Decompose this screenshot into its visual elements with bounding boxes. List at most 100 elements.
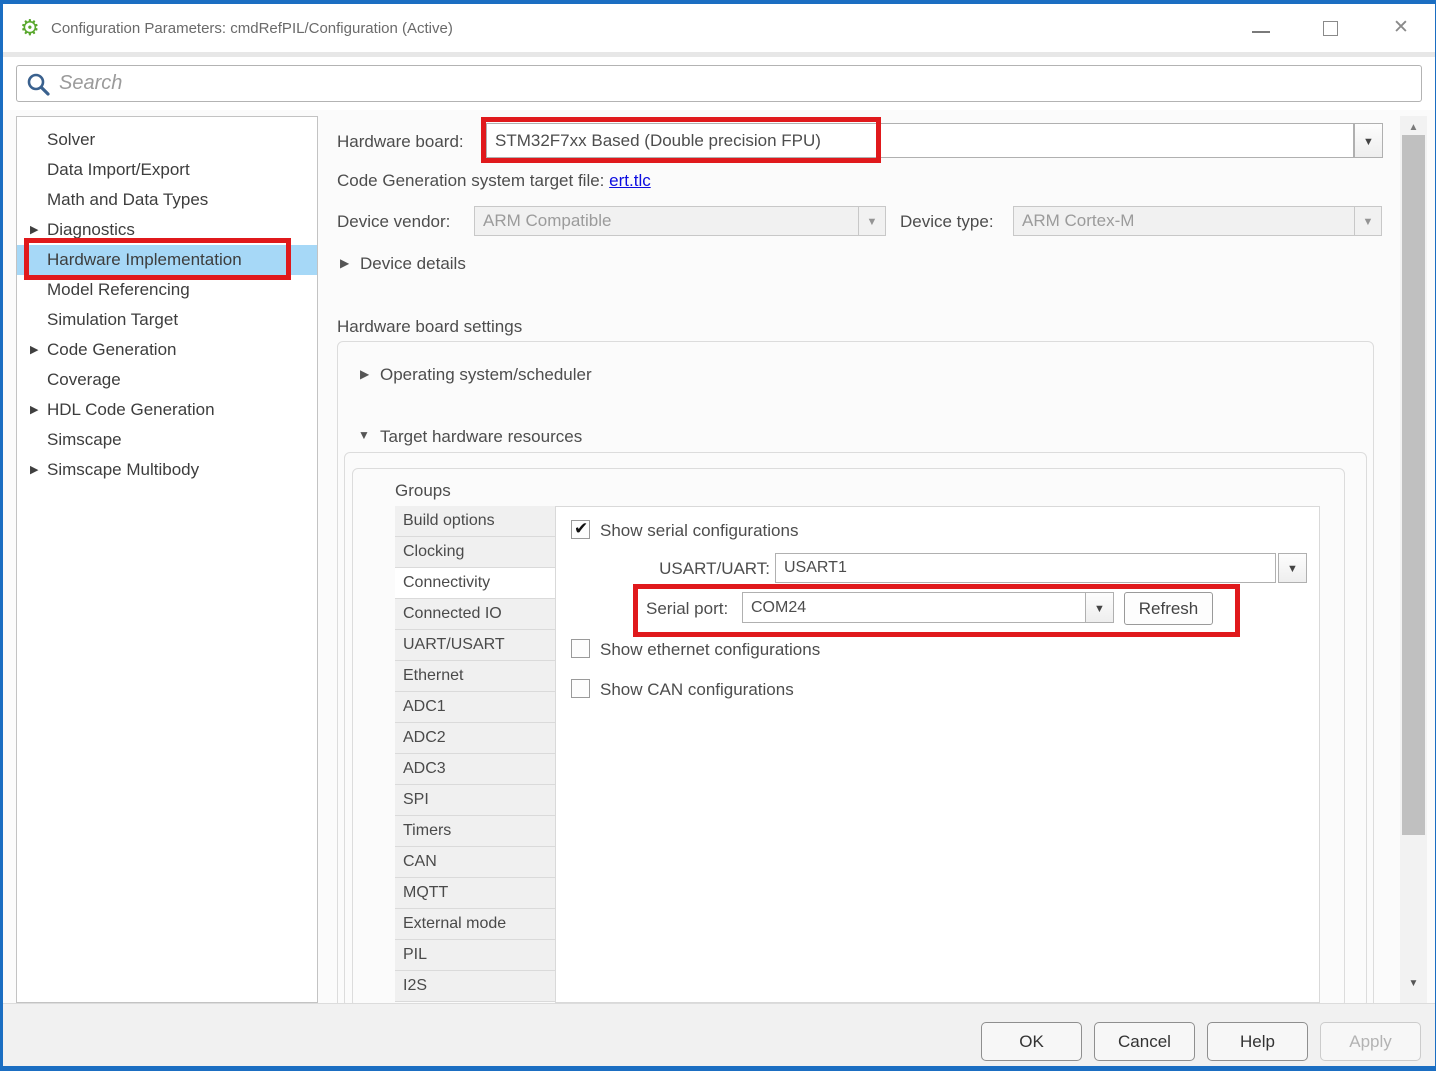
- help-button[interactable]: Help: [1207, 1022, 1308, 1061]
- expand-arrow-icon[interactable]: ▶: [30, 455, 38, 485]
- sidebar-item-label: Coverage: [47, 365, 121, 395]
- device-details-expand-icon[interactable]: ▶: [340, 256, 349, 270]
- maximize-button[interactable]: [1308, 4, 1354, 52]
- sidebar-item-simulation-target[interactable]: Simulation Target: [17, 305, 317, 335]
- group-item-external-mode[interactable]: External mode: [395, 909, 555, 940]
- expand-arrow-icon[interactable]: ▶: [30, 215, 38, 245]
- device-type-dropdown-arrow: ▼: [1354, 206, 1382, 236]
- serial-port-value: COM24: [743, 599, 806, 616]
- sidebar-item-hdl-code-generation[interactable]: ▶ HDL Code Generation: [17, 395, 317, 425]
- sidebar-item-label: Simscape: [47, 425, 122, 455]
- os-scheduler-expand-icon[interactable]: ▶: [360, 367, 369, 381]
- sidebar-tree: SolverData Import/ExportMath and Data Ty…: [16, 116, 318, 1003]
- chevron-down-icon: ▼: [1287, 563, 1298, 575]
- minimize-button[interactable]: [1238, 4, 1284, 52]
- group-item-pil[interactable]: PIL: [395, 940, 555, 971]
- device-vendor-combo: ARM Compatible: [474, 206, 859, 236]
- group-item-ethernet[interactable]: Ethernet: [395, 661, 555, 692]
- sidebar-item-coverage[interactable]: Coverage: [17, 365, 317, 395]
- sidebar-item-label: HDL Code Generation: [47, 395, 215, 425]
- apply-button[interactable]: Apply: [1320, 1022, 1421, 1061]
- target-file-row: Code Generation system target file: ert.…: [337, 171, 651, 191]
- sidebar-item-model-referencing[interactable]: Model Referencing: [17, 275, 317, 305]
- scroll-down-icon[interactable]: ▼: [1400, 978, 1427, 989]
- device-vendor-label: Device vendor:: [337, 212, 450, 232]
- target-file-label: Code Generation system target file:: [337, 171, 604, 190]
- device-vendor-dropdown-arrow: ▼: [858, 206, 886, 236]
- groups-list: Build optionsClockingConnectivityConnect…: [395, 506, 555, 1002]
- search-box[interactable]: [16, 65, 1422, 102]
- hardware-board-dropdown-arrow[interactable]: ▼: [1354, 123, 1383, 158]
- sidebar-item-label: Simscape Multibody: [47, 455, 199, 485]
- group-item-uart-usart[interactable]: UART/USART: [395, 630, 555, 661]
- show-ethernet-label: Show ethernet configurations: [600, 640, 820, 660]
- os-scheduler-label[interactable]: Operating system/scheduler: [380, 365, 592, 385]
- close-button[interactable]: ✕: [1381, 4, 1427, 52]
- footer-buttons: OK Cancel Help Apply: [981, 1022, 1421, 1061]
- serial-port-label: Serial port:: [646, 599, 728, 619]
- cancel-button[interactable]: Cancel: [1094, 1022, 1195, 1061]
- usart-uart-dropdown-arrow[interactable]: ▼: [1278, 553, 1307, 583]
- sidebar-item-label: Simulation Target: [47, 305, 178, 335]
- group-item-i2s[interactable]: I2S: [395, 971, 555, 1002]
- close-icon: ✕: [1393, 16, 1409, 39]
- vertical-scrollbar[interactable]: ▲ ▼: [1400, 116, 1427, 1003]
- refresh-button[interactable]: Refresh: [1124, 592, 1213, 625]
- show-serial-checkbox[interactable]: [571, 520, 590, 539]
- group-item-connectivity[interactable]: Connectivity: [395, 568, 555, 599]
- show-ethernet-checkbox[interactable]: [571, 639, 590, 658]
- device-type-value: ARM Cortex-M: [1014, 211, 1134, 230]
- hardware-board-label: Hardware board:: [337, 132, 464, 152]
- board-settings-title: Hardware board settings: [337, 317, 522, 337]
- group-item-build-options[interactable]: Build options: [395, 506, 555, 537]
- sidebar-item-label: Code Generation: [47, 335, 176, 365]
- sidebar-item-math-and-data-types[interactable]: Math and Data Types: [17, 185, 317, 215]
- group-item-can[interactable]: CAN: [395, 847, 555, 878]
- sidebar-item-label: Math and Data Types: [47, 185, 208, 215]
- group-item-clocking[interactable]: Clocking: [395, 537, 555, 568]
- sidebar-item-solver[interactable]: Solver: [17, 125, 317, 155]
- serial-port-dropdown-arrow[interactable]: ▼: [1085, 592, 1114, 623]
- group-item-timers[interactable]: Timers: [395, 816, 555, 847]
- expand-arrow-icon[interactable]: ▶: [30, 335, 38, 365]
- usart-uart-label: USART/UART:: [600, 559, 770, 579]
- ok-button[interactable]: OK: [981, 1022, 1082, 1061]
- search-input[interactable]: [59, 67, 1409, 100]
- ert-tlc-link[interactable]: ert.tlc: [609, 171, 651, 190]
- group-item-adc2[interactable]: ADC2: [395, 723, 555, 754]
- sidebar-item-label: Hardware Implementation: [47, 245, 242, 275]
- window-title: Configuration Parameters: cmdRefPIL/Conf…: [51, 20, 453, 37]
- group-item-adc1[interactable]: ADC1: [395, 692, 555, 723]
- show-can-checkbox[interactable]: [571, 679, 590, 698]
- group-item-mqtt[interactable]: MQTT: [395, 878, 555, 909]
- show-can-label: Show CAN configurations: [600, 680, 794, 700]
- scroll-up-icon[interactable]: ▲: [1400, 122, 1427, 133]
- window-border-top: [0, 0, 1436, 4]
- expand-arrow-icon[interactable]: ▶: [30, 395, 38, 425]
- footer-bar: OK Cancel Help Apply: [3, 1003, 1435, 1066]
- chevron-down-icon: ▼: [1094, 603, 1105, 615]
- sidebar-item-hardware-implementation[interactable]: Hardware Implementation: [17, 245, 317, 275]
- sidebar-item-data-import-export[interactable]: Data Import/Export: [17, 155, 317, 185]
- chevron-down-icon: ▼: [867, 216, 878, 228]
- target-resources-label[interactable]: Target hardware resources: [380, 427, 582, 447]
- sidebar-item-code-generation[interactable]: ▶ Code Generation: [17, 335, 317, 365]
- target-resources-collapse-icon[interactable]: ▼: [358, 428, 370, 442]
- serial-port-combo[interactable]: COM24: [742, 592, 1086, 623]
- usart-uart-value: USART1: [776, 559, 847, 576]
- group-item-connected-io[interactable]: Connected IO: [395, 599, 555, 630]
- window-border-bottom: [0, 1066, 1436, 1071]
- usart-uart-combo[interactable]: USART1: [775, 553, 1276, 583]
- sidebar-item-simscape[interactable]: Simscape: [17, 425, 317, 455]
- sidebar-item-diagnostics[interactable]: ▶Diagnostics: [17, 215, 317, 245]
- search-icon: [26, 72, 52, 98]
- group-item-spi[interactable]: SPI: [395, 785, 555, 816]
- device-details-label[interactable]: Device details: [360, 254, 466, 274]
- device-type-label: Device type:: [900, 212, 994, 232]
- sidebar-item-label: Data Import/Export: [47, 155, 190, 185]
- show-serial-label: Show serial configurations: [600, 521, 798, 541]
- group-item-adc3[interactable]: ADC3: [395, 754, 555, 785]
- scrollbar-thumb[interactable]: [1402, 135, 1425, 835]
- hardware-board-combo[interactable]: STM32F7xx Based (Double precision FPU): [486, 123, 1354, 158]
- sidebar-item-simscape-multibody[interactable]: ▶ Simscape Multibody: [17, 455, 317, 485]
